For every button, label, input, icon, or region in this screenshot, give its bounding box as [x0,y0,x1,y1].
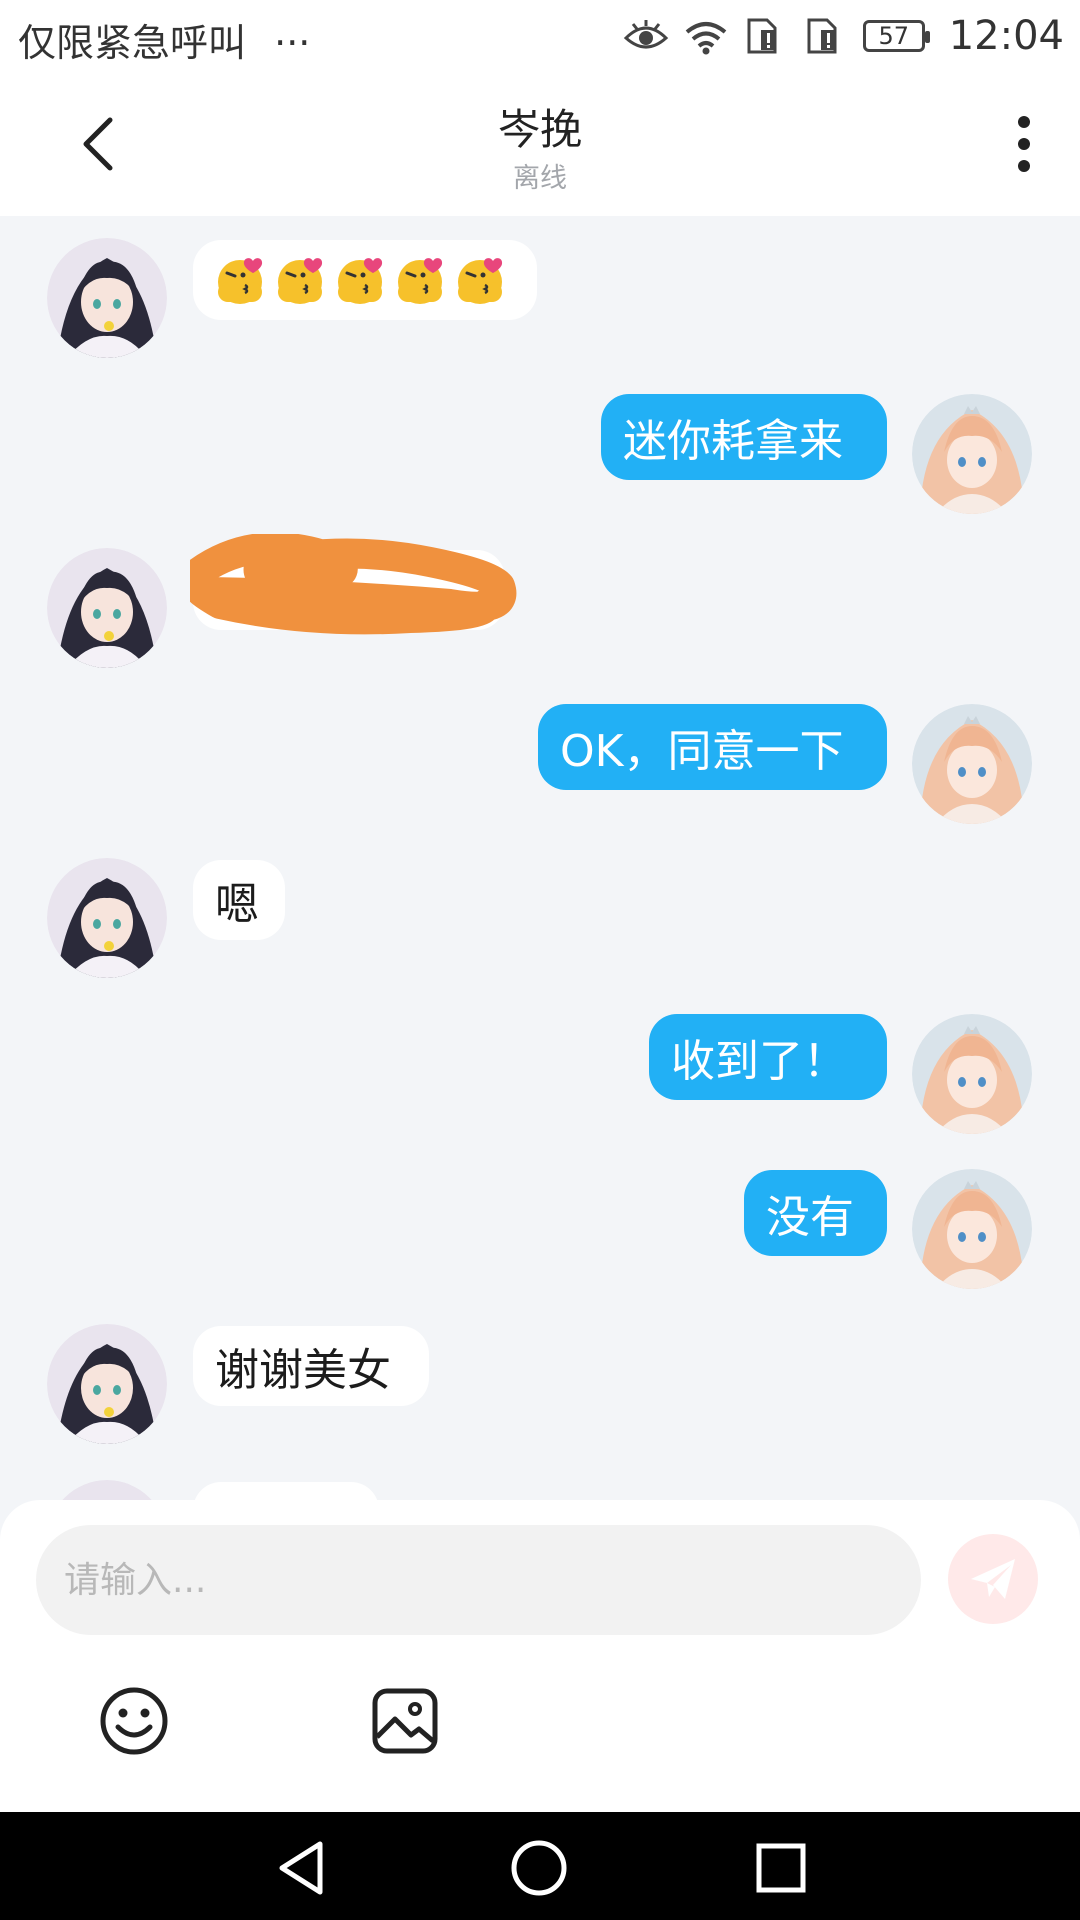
emoji-button[interactable] [98,1685,170,1757]
paper-plane-icon [971,1559,1015,1599]
triangle-back-icon [279,1841,323,1895]
contact-avatar[interactable] [47,1324,167,1444]
contact-avatar[interactable] [47,238,167,358]
contact-avatar[interactable] [47,548,167,668]
eye-icon [623,16,669,56]
smiley-icon [100,1687,168,1755]
kiss-heart-emoji [395,255,445,306]
message-text: 谢谢美女 [215,1345,391,1396]
sim-alert-icon [743,16,789,56]
nav-back-button[interactable] [272,1838,332,1898]
send-button[interactable] [948,1534,1038,1624]
message-bubble-received[interactable]: 嗯 [193,860,285,940]
input-panel [0,1500,1080,1812]
my-avatar[interactable] [912,394,1032,514]
status-bar: 仅限紧急呼叫 ··· 57 12:04 [0,0,1080,72]
kiss-heart-emoji [215,255,265,306]
battery-indicator: 57 [862,20,930,52]
my-avatar[interactable] [912,1014,1032,1134]
carrier-text: 仅限紧急呼叫 [18,21,247,65]
kiss-heart-emoji [335,255,385,306]
redaction-scribble [190,534,517,635]
contact-name: 岑挽 [497,105,582,154]
message-bubble-sent[interactable]: 收到了！ [649,1014,887,1100]
my-avatar[interactable] [912,1169,1032,1289]
message-text: 迷你耗拿来 [623,416,843,467]
status-left: 仅限紧急呼叫 ··· [18,12,310,67]
status-right: 57 12:04 [623,12,1064,60]
message-list[interactable]: 迷你耗拿来 OK，同意一下 嗯 收到了！ 没有 谢谢美女 [0,216,1080,1500]
message-text: OK，同意一下 [560,726,844,777]
message-input[interactable] [36,1525,921,1635]
image-icon [372,1688,438,1754]
contact-avatar[interactable] [47,858,167,978]
nav-recents-button[interactable] [751,1838,811,1898]
clock: 12:04 [948,13,1064,59]
kiss-heart-emoji [455,255,505,306]
image-button[interactable] [369,1685,441,1757]
message-bubble-sent[interactable]: OK，同意一下 [538,704,887,790]
message-bubble-sent[interactable]: 没有 [744,1170,887,1256]
square-recents-icon [756,1843,806,1893]
circle-home-icon [511,1840,567,1896]
message-bubble-sent[interactable]: 迷你耗拿来 [601,394,887,480]
message-text: 收到了！ [671,1036,847,1087]
sim-alert-icon-2 [803,16,849,56]
more-vertical-icon [1018,116,1030,172]
chat-header: 岑挽 离线 [0,72,1080,216]
system-nav-bar [0,1812,1080,1920]
message-bubble-received[interactable]: 谢谢美女 [193,1326,429,1406]
my-avatar[interactable] [912,704,1032,824]
wifi-icon [683,16,729,56]
more-notifications: ··· [274,21,311,65]
message-bubble-partial[interactable] [193,1482,379,1500]
message-text: 没有 [766,1192,854,1243]
message-bubble-emoji[interactable] [193,240,537,320]
nav-home-button[interactable] [509,1838,569,1898]
contact-avatar[interactable] [47,1480,167,1500]
message-text: 嗯 [215,879,259,930]
contact-status: 离线 [513,163,567,194]
more-options-button[interactable] [1004,112,1044,176]
kiss-heart-emoji [275,255,325,306]
